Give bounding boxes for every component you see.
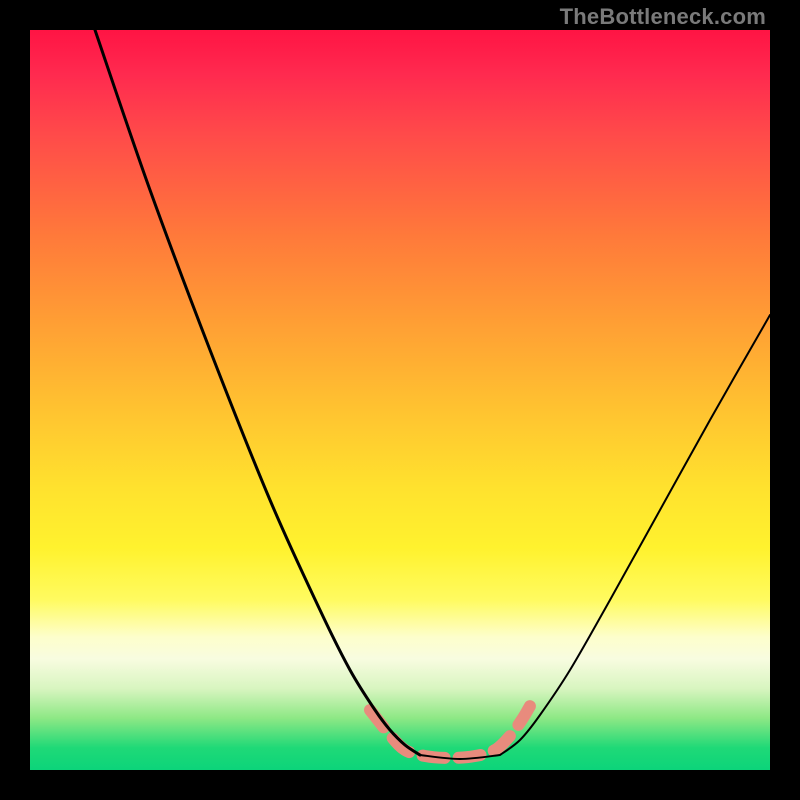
- watermark-label: TheBottleneck.com: [560, 4, 766, 30]
- curve-right: [500, 315, 770, 755]
- curve-left: [95, 30, 420, 755]
- bottleneck-curve: [30, 30, 770, 770]
